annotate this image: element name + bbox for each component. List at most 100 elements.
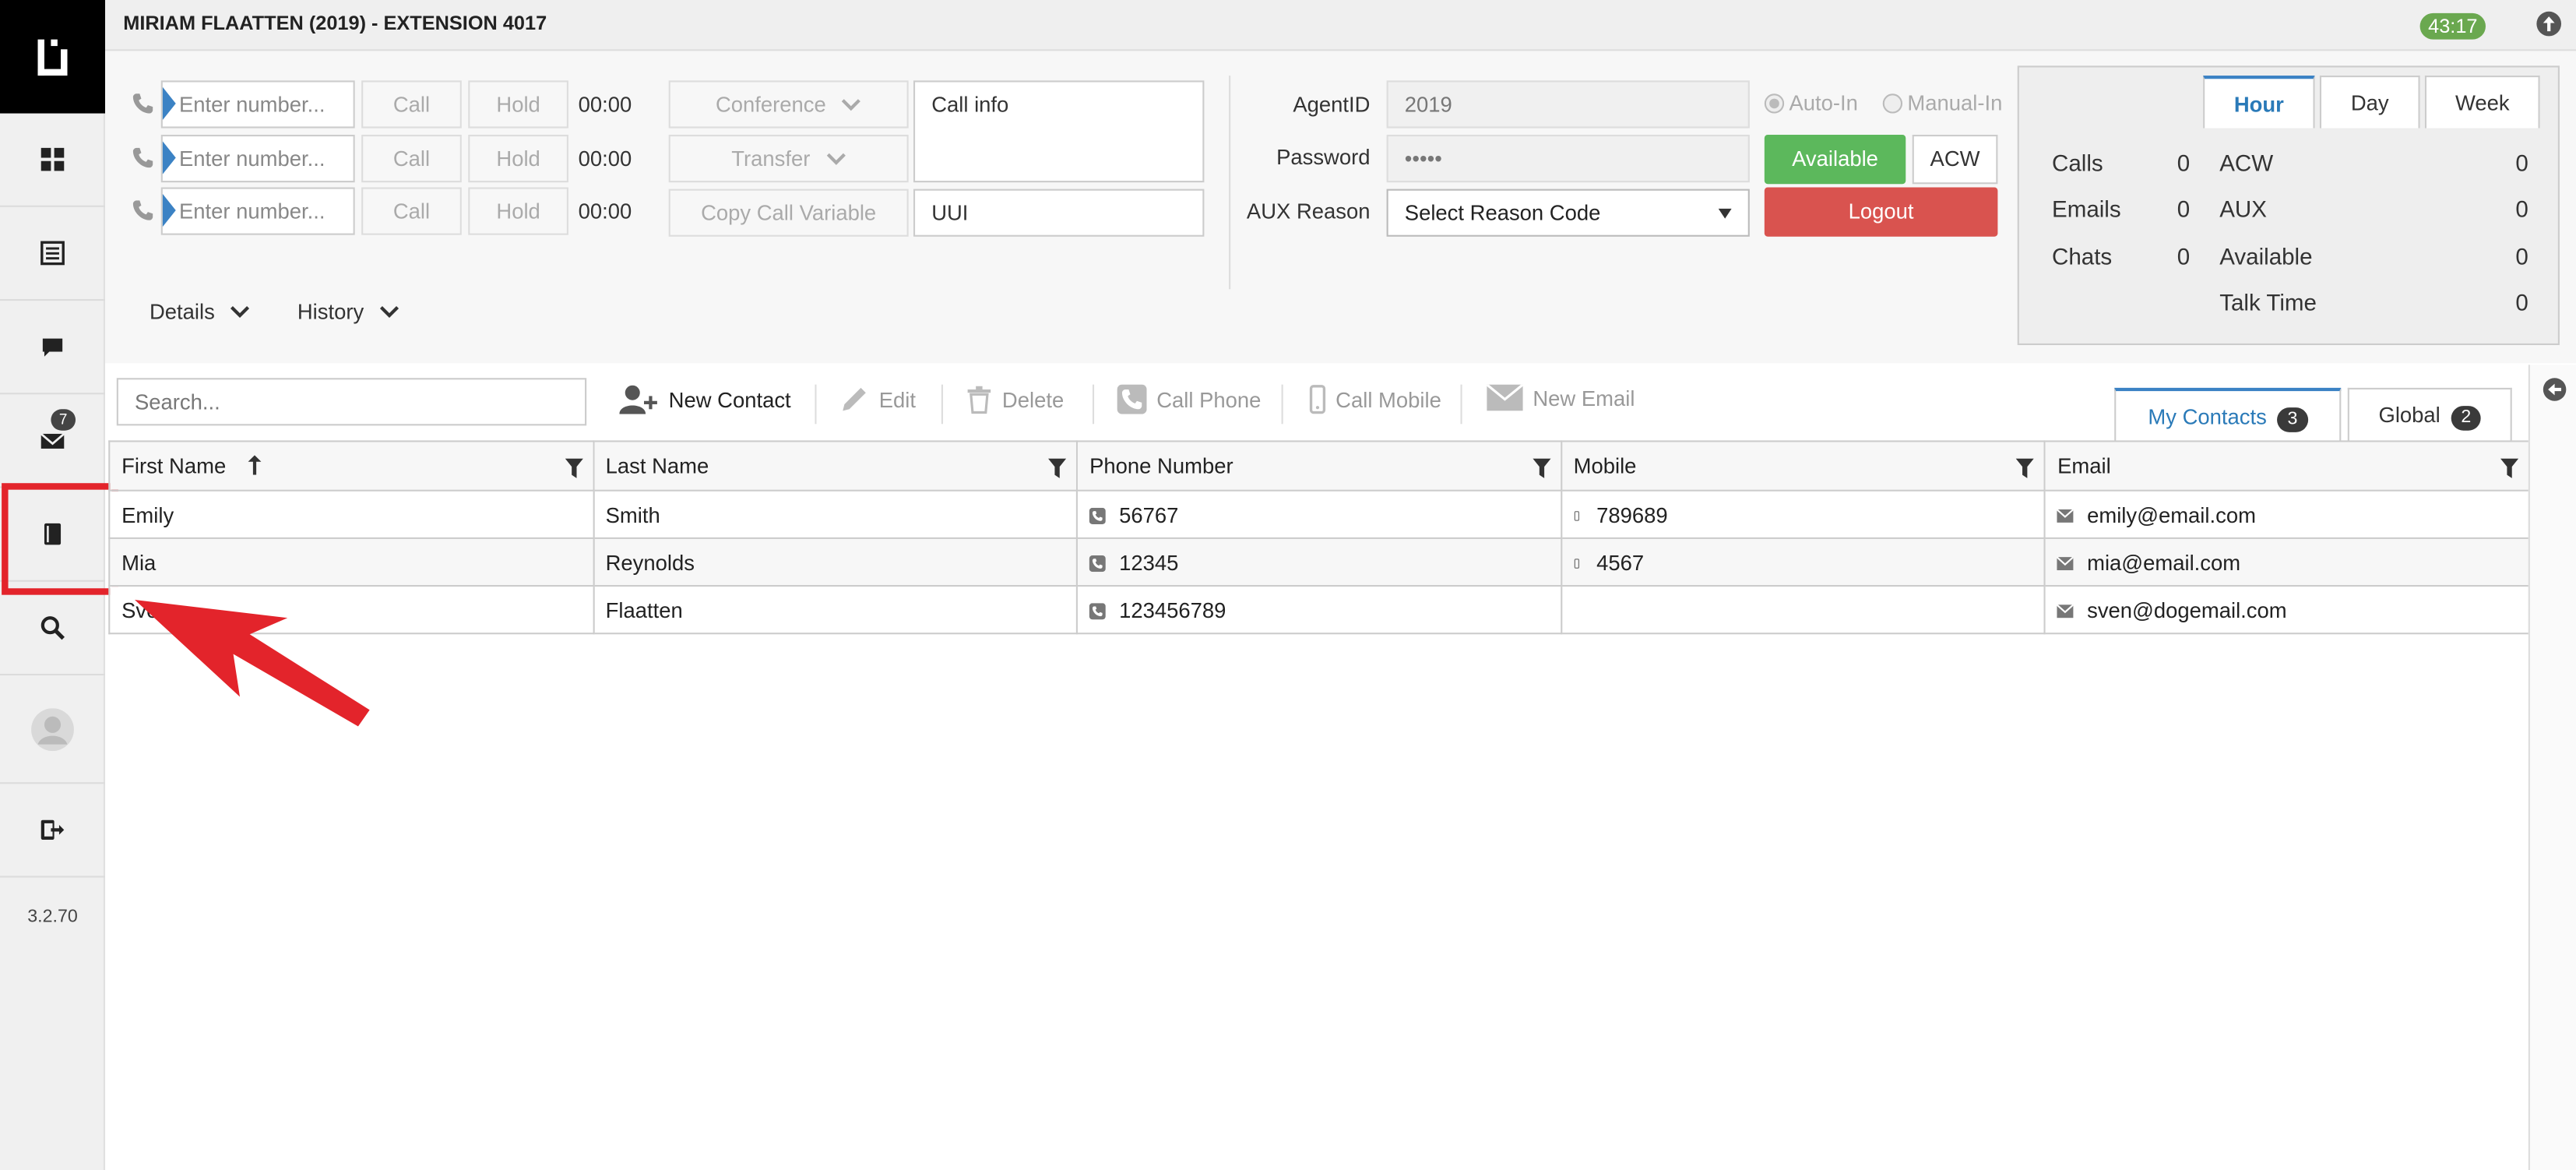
column-last-name[interactable]: Last Name <box>592 440 1079 492</box>
pencil-icon <box>843 387 866 411</box>
tab-day[interactable]: Day <box>2319 76 2420 129</box>
column-phone-number-label: Phone Number <box>1089 453 1233 478</box>
stat-emails-value: 0 <box>2177 196 2191 222</box>
cell-email[interactable]: emily@email.com <box>2044 489 2530 539</box>
hold-button[interactable]: Hold <box>468 134 568 183</box>
aux-reason-select[interactable]: Select Reason Code <box>1386 189 1750 237</box>
line-timer: 00:00 <box>578 199 632 224</box>
email-count-badge: 7 <box>51 409 76 431</box>
cell-mobile[interactable]: 4567 <box>1560 537 2046 587</box>
column-mobile[interactable]: Mobile <box>1560 440 2046 492</box>
dial-number-input[interactable]: Enter number... <box>160 187 355 235</box>
call-info-field[interactable]: Call info <box>913 80 1205 183</box>
cell-phone[interactable]: 123456789 <box>1076 585 1562 635</box>
call-phone-label: Call Phone <box>1156 386 1262 412</box>
conference-button[interactable]: Conference <box>668 80 909 129</box>
cell-phone[interactable]: 12345 <box>1076 537 1562 587</box>
history-label: History <box>297 298 364 324</box>
phone-icon <box>132 93 153 114</box>
stat-calls-label: Calls <box>2052 149 2103 176</box>
sidebar-item-profile[interactable] <box>0 675 106 784</box>
transfer-label: Transfer <box>731 146 811 171</box>
copy-call-variable-button[interactable]: Copy Call Variable <box>668 189 909 237</box>
stat-chats-label: Chats <box>2052 243 2113 270</box>
my-contacts-count: 3 <box>2277 407 2308 432</box>
stat-acw-value: 0 <box>2515 149 2528 176</box>
delete-button[interactable]: Delete <box>966 385 1064 414</box>
chat-icon <box>42 338 63 357</box>
uui-field[interactable]: UUI <box>913 189 1205 237</box>
arrow-up-icon[interactable] <box>2536 11 2562 37</box>
email-value: mia@email.com <box>2087 549 2241 575</box>
history-toggle[interactable]: History <box>297 299 399 324</box>
cell-email[interactable]: mia@email.com <box>2044 537 2530 587</box>
tab-week[interactable]: Week <box>2424 76 2540 129</box>
call-mobile-label: Call Mobile <box>1336 386 1441 412</box>
stats-panel: Hour Day Week Calls 0 Emails 0 Chats 0 A… <box>2017 65 2560 346</box>
cell-email[interactable]: sven@dogemail.com <box>2044 585 2530 635</box>
column-phone-number[interactable]: Phone Number <box>1076 440 1562 492</box>
dial-number-input[interactable]: Enter number... <box>160 80 355 129</box>
new-contact-button[interactable]: New Contact <box>619 385 791 414</box>
available-button[interactable]: Available <box>1764 134 1906 185</box>
logout-button[interactable]: Logout <box>1764 187 1998 237</box>
call-button[interactable]: Call <box>361 187 462 235</box>
right-rail <box>2528 365 2576 1170</box>
new-email-button[interactable]: New Email <box>1487 384 1635 411</box>
edit-button[interactable]: Edit <box>839 385 916 414</box>
table-row[interactable]: Sven Flaatten 123456789 sven@dogemail.co… <box>108 585 2530 635</box>
call-button[interactable]: Call <box>361 134 462 183</box>
dial-number-input[interactable]: Enter number... <box>160 134 355 183</box>
filter-icon[interactable] <box>2016 458 2035 478</box>
manual-in-label: Manual-In <box>1907 90 2003 115</box>
contact-search-input[interactable]: Search... <box>116 378 587 426</box>
sidebar-item-list[interactable] <box>0 207 106 301</box>
session-timer: 43:17 <box>2419 12 2486 40</box>
manual-in-radio[interactable]: Manual-In <box>1882 90 2003 115</box>
transfer-button[interactable]: Transfer <box>668 134 909 183</box>
call-mobile-button[interactable]: Call Mobile <box>1309 385 1441 414</box>
mobile-value: 4567 <box>1596 549 1645 575</box>
annotation-arrow-icon <box>134 600 370 727</box>
logo-icon <box>37 38 68 75</box>
filter-icon[interactable] <box>2500 458 2519 478</box>
sidebar-item-dashboard[interactable] <box>0 114 106 207</box>
phone-icon <box>132 147 153 168</box>
hold-button[interactable]: Hold <box>468 80 568 129</box>
stat-available-value: 0 <box>2515 243 2528 270</box>
phone-square-icon <box>1089 506 1107 523</box>
table-header-row: First Name Last Name Phone Number Mobile <box>108 440 2530 492</box>
tab-hour[interactable]: Hour <box>2203 76 2315 129</box>
filter-icon[interactable] <box>564 458 583 478</box>
divider <box>815 384 817 425</box>
tab-global[interactable]: Global 2 <box>2347 387 2512 442</box>
auto-in-radio[interactable]: Auto-In <box>1764 90 1858 115</box>
password-label: Password <box>1276 144 1371 170</box>
stat-talk-time-value: 0 <box>2515 289 2528 316</box>
table-row[interactable]: Mia Reynolds 12345 4567 mia@email.com <box>108 537 2530 587</box>
annotation-highlight-box <box>2 483 118 595</box>
column-email[interactable]: Email <box>2044 440 2530 492</box>
mobile-icon <box>1309 385 1326 414</box>
call-phone-button[interactable]: Call Phone <box>1117 384 1262 414</box>
cell-mobile[interactable]: 789689 <box>1560 489 2046 539</box>
hold-button[interactable]: Hold <box>468 187 568 235</box>
column-last-name-label: Last Name <box>605 453 709 478</box>
tab-my-contacts[interactable]: My Contacts 3 <box>2114 387 2342 442</box>
filter-icon[interactable] <box>1532 458 1551 478</box>
arrow-left-icon[interactable] <box>2543 378 2567 401</box>
sidebar-item-search[interactable] <box>0 582 106 676</box>
cell-phone[interactable]: 56767 <box>1076 489 1562 539</box>
filter-icon[interactable] <box>1048 458 1067 478</box>
table-row[interactable]: Emily Smith 56767 789689 emily@email.com <box>108 489 2530 539</box>
app-logo <box>0 0 106 114</box>
sort-ascending-icon <box>248 455 262 475</box>
sidebar-item-logout[interactable] <box>0 784 106 878</box>
chevron-down-icon <box>842 99 861 111</box>
acw-button[interactable]: ACW <box>1912 134 1998 185</box>
call-button[interactable]: Call <box>361 80 462 129</box>
details-toggle[interactable]: Details <box>150 299 250 324</box>
sidebar-item-email[interactable]: 7 <box>0 394 106 488</box>
column-first-name[interactable]: First Name <box>108 440 594 492</box>
sidebar-item-chat[interactable] <box>0 301 106 395</box>
